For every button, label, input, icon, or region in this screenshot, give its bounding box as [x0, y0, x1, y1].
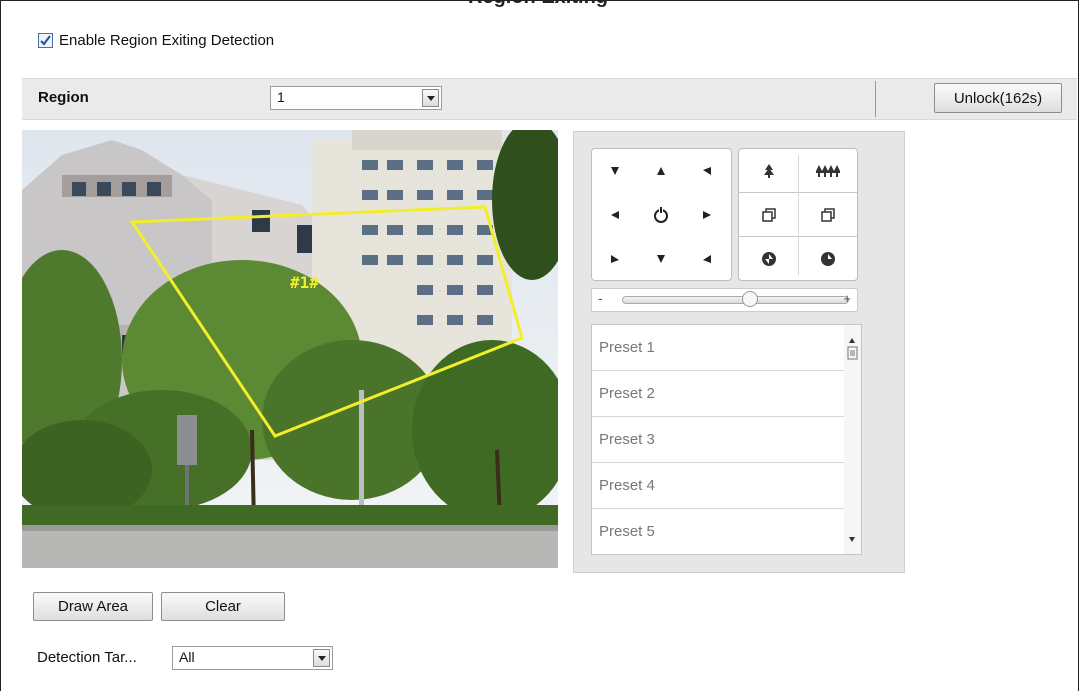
- arrow-up-left-icon[interactable]: [592, 149, 638, 192]
- lens-pad: [738, 148, 858, 281]
- preset-item[interactable]: Preset 3: [592, 417, 844, 463]
- region-tag-label: #1#: [290, 273, 319, 292]
- focus-near-icon[interactable]: [739, 193, 798, 236]
- unlock-button[interactable]: Unlock(162s): [934, 83, 1062, 113]
- speed-plus[interactable]: +: [843, 291, 851, 306]
- region-bar: Region 1 Unlock(162s): [22, 78, 1077, 120]
- iris-close-icon[interactable]: [798, 237, 857, 280]
- preset-scrollbar[interactable]: [844, 325, 861, 554]
- arrow-up-right-icon[interactable]: [684, 149, 730, 192]
- draw-area-button[interactable]: Draw Area: [33, 592, 153, 621]
- preset-item[interactable]: Preset 4: [592, 463, 844, 509]
- scroll-up-icon: [849, 338, 855, 343]
- preset-label: Preset 2: [599, 385, 655, 402]
- chevron-down-icon[interactable]: [313, 649, 330, 667]
- speed-slider[interactable]: - +: [591, 288, 858, 312]
- preset-label: Preset 1: [599, 339, 655, 356]
- focus-far-icon[interactable]: [798, 193, 857, 236]
- enable-detection-label: Enable Region Exiting Detection: [59, 32, 275, 49]
- chevron-down-icon[interactable]: [422, 89, 439, 107]
- clear-button[interactable]: Clear: [161, 592, 285, 621]
- arrow-right-icon[interactable]: [684, 193, 730, 236]
- arrow-up-icon[interactable]: [638, 149, 684, 192]
- enable-row: Enable Region Exiting Detection: [38, 32, 274, 49]
- preset-item[interactable]: Preset 5: [592, 509, 844, 554]
- scroll-down-icon: [849, 537, 855, 542]
- page-title: Region Exiting: [468, 0, 608, 9]
- speed-thumb[interactable]: [742, 291, 758, 307]
- detection-target-label: Detection Tar...: [37, 649, 137, 666]
- iris-open-icon[interactable]: [739, 237, 798, 280]
- preset-label: Preset 5: [599, 523, 655, 540]
- detection-target-value: All: [179, 649, 195, 665]
- preset-item[interactable]: Preset 1: [592, 325, 844, 371]
- speed-track[interactable]: [622, 296, 849, 304]
- region-label: Region: [38, 89, 89, 106]
- detection-target-select[interactable]: All: [172, 646, 333, 670]
- preset-label: Preset 3: [599, 431, 655, 448]
- direction-pad: [591, 148, 732, 281]
- arrow-down-icon[interactable]: [638, 237, 684, 280]
- region-select[interactable]: 1: [270, 86, 442, 110]
- arrow-left-icon[interactable]: [592, 193, 638, 236]
- live-video-preview[interactable]: #1#: [22, 130, 558, 568]
- enable-detection-checkbox[interactable]: [38, 33, 53, 48]
- zoom-out-icon[interactable]: [798, 149, 857, 192]
- arrow-down-right-icon[interactable]: [684, 237, 730, 280]
- preset-item[interactable]: Preset 2: [592, 371, 844, 417]
- speed-minus[interactable]: -: [598, 290, 603, 306]
- divider: [875, 81, 876, 117]
- ptz-control-panel: - + Preset 1 Preset 2 Preset 3 Preset 4 …: [573, 131, 905, 573]
- arrow-down-left-icon[interactable]: [592, 237, 638, 280]
- zoom-in-icon[interactable]: [739, 149, 798, 192]
- auto-rotate-icon[interactable]: [638, 193, 684, 236]
- preset-list: Preset 1 Preset 2 Preset 3 Preset 4 Pres…: [591, 324, 862, 555]
- preset-label: Preset 4: [599, 477, 655, 494]
- camera-image: #1#: [22, 130, 558, 568]
- region-select-value: 1: [277, 89, 285, 105]
